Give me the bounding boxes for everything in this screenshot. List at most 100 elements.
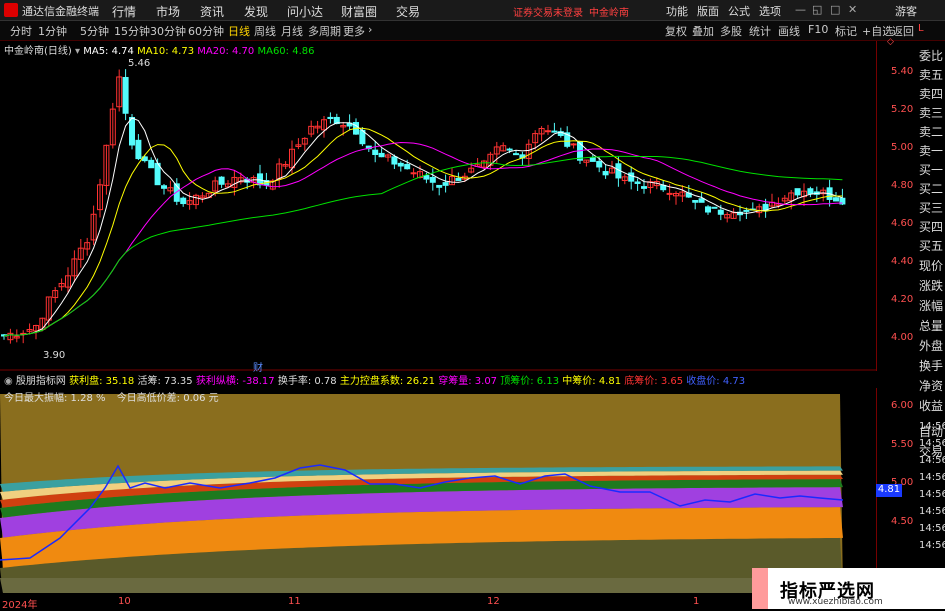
tab-monthly[interactable]: 月线 [281,23,303,39]
sidebar-quote-label[interactable]: 总量 [919,317,943,334]
menu-item-trade[interactable]: 交易 [396,3,420,20]
candle-body [660,184,667,191]
btn-back[interactable]: 返回 [892,23,914,39]
candle-body [705,206,711,213]
candle-body [545,130,551,133]
window-close-icon[interactable]: ✕ [848,3,857,16]
tick-time: 14:56 [919,489,945,500]
menu-item-wealth[interactable]: 财富圈 [341,3,377,20]
menu-item-market[interactable]: 行情 [112,3,136,20]
menu-options[interactable]: 选项 [759,3,781,19]
candle-body [372,149,379,155]
ma20-line [3,141,843,337]
app-logo-icon [4,3,18,17]
sidebar-quote-label[interactable]: 买一 [919,161,943,178]
tick-time: 14:56 [919,523,945,534]
ma-settings-icon[interactable]: ▾ [75,46,80,57]
ma5-line [3,117,843,337]
more-chevron-icon[interactable]: › [368,23,372,36]
sidebar-quote-label[interactable]: 净资 [919,377,943,394]
menu-item-exchange[interactable]: 市场 [156,3,180,20]
login-warning[interactable]: 证券交易未登录 [513,4,583,19]
sidebar-quote-label[interactable]: 现价 [919,257,943,274]
tab-15min[interactable]: 15分钟 [114,23,150,39]
window-min-icon[interactable]: — [795,3,806,16]
candle-body [378,152,385,158]
sidebar-quote-label[interactable]: 涨幅 [919,297,943,314]
menu-item-discover[interactable]: 发现 [244,3,268,20]
candle-body [743,209,750,212]
sidebar-quote-label[interactable]: 收益 [919,397,943,414]
candlestick-chart-area[interactable] [0,41,877,371]
price-tick: 4.40 [891,256,914,267]
candle-body [135,139,142,160]
menu-formula[interactable]: 公式 [728,3,750,19]
sidebar-quote-label[interactable]: 买二 [919,180,943,197]
bottom-price-value: 底筹价: 3.65 [624,376,684,387]
btn-f10[interactable]: F10 [808,23,828,36]
btn-adjust[interactable]: 复权 [665,23,687,39]
candle-body [429,176,436,183]
sidebar-quote-label[interactable]: 换手 [919,357,943,374]
window-restore-icon[interactable]: ◱ [812,3,822,16]
tab-1min[interactable]: 1分钟 [38,23,67,39]
tab-more[interactable]: 更多 [343,23,365,39]
indicator-name[interactable]: 殷朋指标网 [16,376,66,387]
candle-body [513,153,519,156]
tab-5min[interactable]: 5分钟 [80,23,109,39]
sidebar-quote-label[interactable]: 卖一 [919,142,943,159]
tick-time: 14:56 [919,472,945,483]
time-tick: 1 [693,596,700,607]
candle-body [148,159,155,169]
price-tick: 4.60 [891,218,914,229]
window-max-icon[interactable]: □ [830,3,840,16]
settings-diamond-icon[interactable]: ◇ [887,37,894,47]
time-axis: 2024年 10 11 12 1 [0,596,876,611]
guest-label[interactable]: 游客 [895,3,917,19]
menu-function[interactable]: 功能 [666,3,688,19]
ma-info-row: 中金岭南(日线) ▾ MA5: 4.74 MA10: 4.73 MA20: 4.… [4,42,314,57]
btn-mark[interactable]: 标记 [835,23,857,39]
sidebar-quote-label[interactable]: 买五 [919,237,943,254]
sidebar-quote-label[interactable]: 外盘 [919,337,943,354]
tab-timeshare[interactable]: 分时 [10,23,32,39]
tick-time: 14:56 [919,438,945,449]
sidebar-quote-label[interactable]: 卖三 [919,104,943,121]
candle-body [807,188,814,195]
tab-60min[interactable]: 60分钟 [188,23,224,39]
candle-body [711,206,718,209]
tick-time: 14:56 [919,421,945,432]
candle-body [180,197,187,205]
sidebar-quote-label[interactable]: 涨跌 [919,277,943,294]
price-tick: 4.80 [891,180,914,191]
menu-item-ask[interactable]: 问小达 [287,3,323,20]
price-tick: 4.00 [891,332,914,343]
tab-weekly[interactable]: 周线 [254,23,276,39]
btn-multi-stock[interactable]: 多股 [720,23,742,39]
turnover-value: 换手率: 0.78 [277,376,337,387]
indicator-settings-icon[interactable]: ◉ [4,376,13,387]
menu-layout[interactable]: 版面 [697,3,719,19]
tick-time: 14:56 [919,506,945,517]
sidebar-quote-label[interactable]: 买四 [919,218,943,235]
main-ctrl-value: 主力控盘系数: 26.21 [339,376,436,387]
sidebar-quote-label[interactable]: 买三 [919,199,943,216]
btn-overlay[interactable]: 叠加 [692,23,714,39]
tab-multi-period[interactable]: 多周期 [308,23,341,39]
tab-daily[interactable]: 日线 [228,23,250,39]
menu-item-news[interactable]: 资讯 [200,3,224,20]
btn-draw-line[interactable]: 画线 [778,23,800,39]
candle-body [596,160,603,168]
price-tick: 5.00 [891,142,914,153]
active-value: 活筹: 73.35 [137,376,193,387]
sidebar-quote-label[interactable]: 卖四 [919,85,943,102]
time-tick: 11 [288,596,301,607]
sidebar-quote-label[interactable]: 委比 [919,47,943,64]
price-tick: 4.20 [891,294,914,305]
sidebar-quote-label[interactable]: 卖二 [919,123,943,140]
sidebar-quote-label[interactable]: 卖五 [919,66,943,83]
close-price-value: 收盘价: 4.73 [686,376,746,387]
btn-statistics[interactable]: 统计 [749,23,771,39]
tab-30min[interactable]: 30分钟 [150,23,186,39]
chip-distribution-chart[interactable] [0,388,877,594]
